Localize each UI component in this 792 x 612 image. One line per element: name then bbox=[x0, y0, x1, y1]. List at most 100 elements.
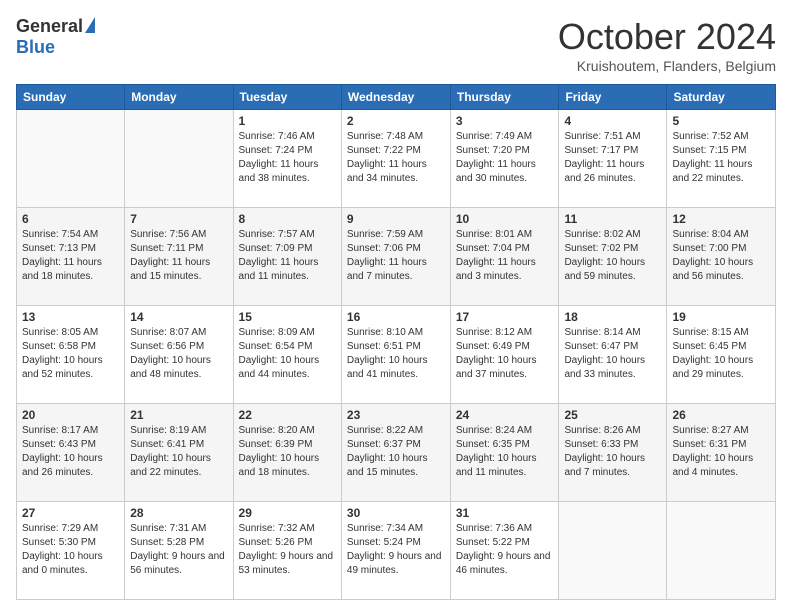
calendar-cell: 13 Sunrise: 8:05 AM Sunset: 6:58 PM Dayli… bbox=[17, 306, 125, 404]
calendar-cell: 27Sunrise: 7:29 AM Sunset: 5:30 PM Dayli… bbox=[17, 502, 125, 600]
day-number: 19 bbox=[672, 310, 770, 324]
day-info: Sunrise: 7:57 AM Sunset: 7:09 PM Dayligh… bbox=[239, 228, 336, 284]
calendar-cell: 2 Sunrise: 7:48 AM Sunset: 7:22 PM Daylig… bbox=[341, 110, 450, 208]
day-info: Sunrise: 7:48 AM Sunset: 7:22 PM Dayligh… bbox=[347, 130, 445, 186]
day-info: Sunrise: 8:09 AM Sunset: 6:54 PM Dayligh… bbox=[239, 326, 336, 382]
calendar-cell: 24 Sunrise: 8:24 AM Sunset: 6:35 PM Dayli… bbox=[450, 404, 559, 502]
day-info: Sunrise: 8:24 AM Sunset: 6:35 PM Dayligh… bbox=[456, 424, 554, 480]
day-info: Sunrise: 8:26 AM Sunset: 6:33 PM Dayligh… bbox=[564, 424, 661, 480]
day-number: 14 bbox=[130, 310, 227, 324]
day-number: 9 bbox=[347, 212, 445, 226]
day-number: 22 bbox=[239, 408, 336, 422]
day-info: Sunrise: 8:01 AM Sunset: 7:04 PM Dayligh… bbox=[456, 228, 554, 284]
calendar-cell: 29 Sunrise: 7:32 AM Sunset: 5:26 PM Dayli… bbox=[233, 502, 341, 600]
day-info: Sunrise: 7:59 AM Sunset: 7:06 PM Dayligh… bbox=[347, 228, 445, 284]
day-number: 21 bbox=[130, 408, 227, 422]
calendar-week-4: 20Sunrise: 8:17 AM Sunset: 6:43 PM Dayli… bbox=[17, 404, 776, 502]
calendar-week-3: 13 Sunrise: 8:05 AM Sunset: 6:58 PM Dayli… bbox=[17, 306, 776, 404]
calendar-cell: 12Sunrise: 8:04 AM Sunset: 7:00 PM Dayli… bbox=[667, 208, 776, 306]
calendar-cell: 26Sunrise: 8:27 AM Sunset: 6:31 PM Dayli… bbox=[667, 404, 776, 502]
day-number: 26 bbox=[672, 408, 770, 422]
day-number: 4 bbox=[564, 114, 661, 128]
day-number: 16 bbox=[347, 310, 445, 324]
calendar-cell: 5Sunrise: 7:52 AM Sunset: 7:15 PM Daylig… bbox=[667, 110, 776, 208]
day-info: Sunrise: 8:10 AM Sunset: 6:51 PM Dayligh… bbox=[347, 326, 445, 382]
day-number: 8 bbox=[239, 212, 336, 226]
day-number: 1 bbox=[239, 114, 336, 128]
day-number: 10 bbox=[456, 212, 554, 226]
day-number: 30 bbox=[347, 506, 445, 520]
day-number: 5 bbox=[672, 114, 770, 128]
day-info: Sunrise: 8:22 AM Sunset: 6:37 PM Dayligh… bbox=[347, 424, 445, 480]
day-number: 6 bbox=[22, 212, 119, 226]
calendar-cell: 6 Sunrise: 7:54 AM Sunset: 7:13 PM Daylig… bbox=[17, 208, 125, 306]
page: General Blue October 2024 Kruishoutem, F… bbox=[0, 0, 792, 612]
day-info: Sunrise: 8:05 AM Sunset: 6:58 PM Dayligh… bbox=[22, 326, 119, 382]
day-info: Sunrise: 8:17 AM Sunset: 6:43 PM Dayligh… bbox=[22, 424, 119, 480]
calendar-cell: 19 Sunrise: 8:15 AM Sunset: 6:45 PM Dayli… bbox=[667, 306, 776, 404]
day-info: Sunrise: 8:12 AM Sunset: 6:49 PM Dayligh… bbox=[456, 326, 554, 382]
calendar-cell: 31 Sunrise: 7:36 AM Sunset: 5:22 PM Dayli… bbox=[450, 502, 559, 600]
day-number: 31 bbox=[456, 506, 554, 520]
calendar-cell: 23 Sunrise: 8:22 AM Sunset: 6:37 PM Dayli… bbox=[341, 404, 450, 502]
calendar-table: SundayMondayTuesdayWednesdayThursdayFrid… bbox=[16, 84, 776, 600]
month-title: October 2024 bbox=[558, 16, 776, 58]
day-info: Sunrise: 7:36 AM Sunset: 5:22 PM Dayligh… bbox=[456, 522, 554, 578]
calendar-cell: 28 Sunrise: 7:31 AM Sunset: 5:28 PM Dayli… bbox=[125, 502, 233, 600]
calendar-cell: 15Sunrise: 8:09 AM Sunset: 6:54 PM Dayli… bbox=[233, 306, 341, 404]
day-number: 13 bbox=[22, 310, 119, 324]
day-info: Sunrise: 7:29 AM Sunset: 5:30 PM Dayligh… bbox=[22, 522, 119, 578]
calendar-cell: 30 Sunrise: 7:34 AM Sunset: 5:24 PM Dayli… bbox=[341, 502, 450, 600]
day-info: Sunrise: 8:07 AM Sunset: 6:56 PM Dayligh… bbox=[130, 326, 227, 382]
day-number: 11 bbox=[564, 212, 661, 226]
logo-blue-text: Blue bbox=[16, 37, 55, 58]
calendar-cell: 18 Sunrise: 8:14 AM Sunset: 6:47 PM Dayli… bbox=[559, 306, 667, 404]
day-info: Sunrise: 7:34 AM Sunset: 5:24 PM Dayligh… bbox=[347, 522, 445, 578]
day-info: Sunrise: 8:15 AM Sunset: 6:45 PM Dayligh… bbox=[672, 326, 770, 382]
day-info: Sunrise: 7:51 AM Sunset: 7:17 PM Dayligh… bbox=[564, 130, 661, 186]
calendar-cell: 11 Sunrise: 8:02 AM Sunset: 7:02 PM Dayli… bbox=[559, 208, 667, 306]
day-info: Sunrise: 8:20 AM Sunset: 6:39 PM Dayligh… bbox=[239, 424, 336, 480]
calendar-cell: 8 Sunrise: 7:57 AM Sunset: 7:09 PM Daylig… bbox=[233, 208, 341, 306]
day-number: 17 bbox=[456, 310, 554, 324]
calendar-cell: 16 Sunrise: 8:10 AM Sunset: 6:51 PM Dayli… bbox=[341, 306, 450, 404]
location-subtitle: Kruishoutem, Flanders, Belgium bbox=[558, 58, 776, 74]
col-header-sunday: Sunday bbox=[17, 85, 125, 110]
header: General Blue October 2024 Kruishoutem, F… bbox=[16, 16, 776, 74]
logo-triangle-icon bbox=[85, 17, 95, 33]
calendar-cell: 10 Sunrise: 8:01 AM Sunset: 7:04 PM Dayli… bbox=[450, 208, 559, 306]
calendar-cell bbox=[667, 502, 776, 600]
day-number: 24 bbox=[456, 408, 554, 422]
col-header-wednesday: Wednesday bbox=[341, 85, 450, 110]
day-number: 2 bbox=[347, 114, 445, 128]
calendar-cell: 3Sunrise: 7:49 AM Sunset: 7:20 PM Daylig… bbox=[450, 110, 559, 208]
day-info: Sunrise: 7:31 AM Sunset: 5:28 PM Dayligh… bbox=[130, 522, 227, 578]
title-area: October 2024 Kruishoutem, Flanders, Belg… bbox=[558, 16, 776, 74]
day-info: Sunrise: 7:56 AM Sunset: 7:11 PM Dayligh… bbox=[130, 228, 227, 284]
day-number: 18 bbox=[564, 310, 661, 324]
day-number: 28 bbox=[130, 506, 227, 520]
day-info: Sunrise: 7:32 AM Sunset: 5:26 PM Dayligh… bbox=[239, 522, 336, 578]
col-header-thursday: Thursday bbox=[450, 85, 559, 110]
calendar-cell: 20Sunrise: 8:17 AM Sunset: 6:43 PM Dayli… bbox=[17, 404, 125, 502]
day-number: 23 bbox=[347, 408, 445, 422]
day-number: 7 bbox=[130, 212, 227, 226]
day-info: Sunrise: 7:46 AM Sunset: 7:24 PM Dayligh… bbox=[239, 130, 336, 186]
day-info: Sunrise: 7:49 AM Sunset: 7:20 PM Dayligh… bbox=[456, 130, 554, 186]
calendar-week-2: 6 Sunrise: 7:54 AM Sunset: 7:13 PM Daylig… bbox=[17, 208, 776, 306]
logo: General Blue bbox=[16, 16, 95, 58]
logo-general-text: General bbox=[16, 16, 83, 37]
calendar-week-5: 27Sunrise: 7:29 AM Sunset: 5:30 PM Dayli… bbox=[17, 502, 776, 600]
day-number: 29 bbox=[239, 506, 336, 520]
day-info: Sunrise: 8:02 AM Sunset: 7:02 PM Dayligh… bbox=[564, 228, 661, 284]
calendar-cell: 25 Sunrise: 8:26 AM Sunset: 6:33 PM Dayli… bbox=[559, 404, 667, 502]
calendar-cell: 14 Sunrise: 8:07 AM Sunset: 6:56 PM Dayli… bbox=[125, 306, 233, 404]
day-info: Sunrise: 8:14 AM Sunset: 6:47 PM Dayligh… bbox=[564, 326, 661, 382]
calendar-cell: 21Sunrise: 8:19 AM Sunset: 6:41 PM Dayli… bbox=[125, 404, 233, 502]
calendar-week-1: 1 Sunrise: 7:46 AM Sunset: 7:24 PM Daylig… bbox=[17, 110, 776, 208]
calendar-header-row: SundayMondayTuesdayWednesdayThursdayFrid… bbox=[17, 85, 776, 110]
day-info: Sunrise: 7:54 AM Sunset: 7:13 PM Dayligh… bbox=[22, 228, 119, 284]
calendar-cell bbox=[17, 110, 125, 208]
col-header-friday: Friday bbox=[559, 85, 667, 110]
day-number: 25 bbox=[564, 408, 661, 422]
